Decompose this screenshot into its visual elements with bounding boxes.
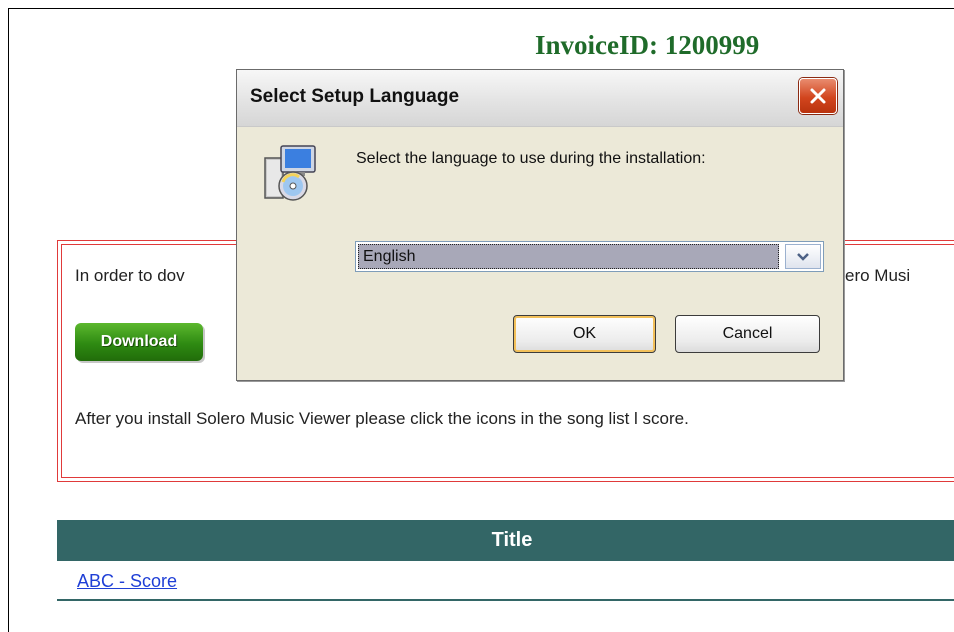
setup-language-dialog: Select Setup Language Select the languag… <box>236 69 844 381</box>
table-row: ABC - Score <box>57 561 954 601</box>
cancel-button[interactable]: Cancel <box>675 315 820 353</box>
language-select-dropdown[interactable] <box>785 244 821 269</box>
chevron-down-icon <box>797 252 809 261</box>
language-select-value[interactable]: English <box>358 244 779 269</box>
dialog-title: Select Setup Language <box>250 86 460 107</box>
dialog-titlebar[interactable]: Select Setup Language <box>237 70 843 127</box>
close-button[interactable] <box>799 78 837 114</box>
invoice-id: InvoiceID: 1200999 <box>535 30 760 60</box>
ok-button[interactable]: OK <box>513 315 656 353</box>
dialog-prompt: Select the language to use during the in… <box>356 150 706 167</box>
notice-text-end: ero Musi <box>845 266 911 285</box>
table-header-title: Title <box>57 520 954 561</box>
notice-text-start: In order to dov <box>75 266 185 285</box>
download-button[interactable]: Download <box>75 323 203 361</box>
install-instructions: After you install Solero Music Viewer pl… <box>75 409 689 428</box>
setup-installer-icon <box>264 145 316 201</box>
close-icon <box>810 88 826 104</box>
language-select[interactable]: English <box>355 241 824 272</box>
song-link[interactable]: ABC - Score <box>77 571 177 592</box>
